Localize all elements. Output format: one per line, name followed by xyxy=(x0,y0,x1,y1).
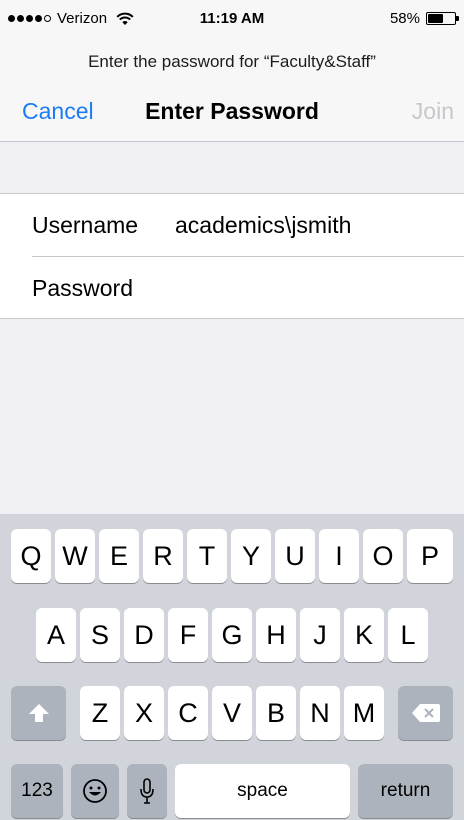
dictation-key[interactable] xyxy=(127,764,167,818)
network-prompt: Enter the password for “Faculty&Staff” xyxy=(88,52,376,71)
key-w[interactable]: W xyxy=(55,529,95,583)
header: Verizon 11:19 AM 58% Enter the password … xyxy=(0,0,464,142)
battery-fill xyxy=(428,14,443,23)
return-key[interactable]: return xyxy=(358,764,453,818)
key-q[interactable]: Q xyxy=(11,529,51,583)
username-label: Username xyxy=(32,212,139,238)
key-i[interactable]: I xyxy=(319,529,359,583)
key-o[interactable]: O xyxy=(363,529,403,583)
backspace-icon xyxy=(411,704,440,722)
username-row[interactable]: Username academics\jsmith xyxy=(0,194,464,257)
password-row[interactable]: Password xyxy=(0,257,464,319)
key-d[interactable]: D xyxy=(124,608,164,662)
key-g[interactable]: G xyxy=(212,608,252,662)
microphone-icon xyxy=(140,778,154,804)
key-x[interactable]: X xyxy=(124,686,164,740)
key-z[interactable]: Z xyxy=(80,686,120,740)
key-n[interactable]: N xyxy=(300,686,340,740)
key-h[interactable]: H xyxy=(256,608,296,662)
key-b[interactable]: B xyxy=(256,686,296,740)
key-u[interactable]: U xyxy=(275,529,315,583)
battery-nub xyxy=(456,16,459,21)
key-p[interactable]: P xyxy=(407,529,453,583)
credentials-form: Username academics\jsmith Password xyxy=(0,193,464,319)
status-bar: Verizon 11:19 AM 58% xyxy=(0,0,464,38)
key-l[interactable]: L xyxy=(388,608,428,662)
key-y[interactable]: Y xyxy=(231,529,271,583)
password-label: Password xyxy=(32,275,133,301)
key-f[interactable]: F xyxy=(168,608,208,662)
shift-key[interactable] xyxy=(11,686,66,740)
navigation-bar: Cancel Enter Password Join xyxy=(0,86,464,136)
key-k[interactable]: K xyxy=(344,608,384,662)
status-right: 58% xyxy=(389,10,459,27)
space-key[interactable]: space xyxy=(175,764,350,818)
page-title: Enter Password xyxy=(145,98,319,124)
key-t[interactable]: T xyxy=(187,529,227,583)
key-e[interactable]: E xyxy=(99,529,139,583)
key-r[interactable]: R xyxy=(143,529,183,583)
delete-key[interactable] xyxy=(398,686,453,740)
emoji-icon xyxy=(83,779,107,803)
key-j[interactable]: J xyxy=(300,608,340,662)
join-button[interactable]: Join xyxy=(412,98,454,125)
key-m[interactable]: M xyxy=(344,686,384,740)
key-c[interactable]: C xyxy=(168,686,208,740)
emoji-key[interactable] xyxy=(71,764,119,818)
battery-percent: 58% xyxy=(389,10,420,27)
battery-icon xyxy=(426,12,459,25)
key-v[interactable]: V xyxy=(212,686,252,740)
username-field[interactable]: academics\jsmith xyxy=(175,212,351,239)
key-a[interactable]: A xyxy=(36,608,76,662)
key-s[interactable]: S xyxy=(80,608,120,662)
numbers-key[interactable]: 123 xyxy=(11,764,63,818)
shift-arrow-icon xyxy=(28,704,49,722)
keyboard: Q W E R T Y U I O P A S D F G H J K L Z … xyxy=(0,514,464,820)
